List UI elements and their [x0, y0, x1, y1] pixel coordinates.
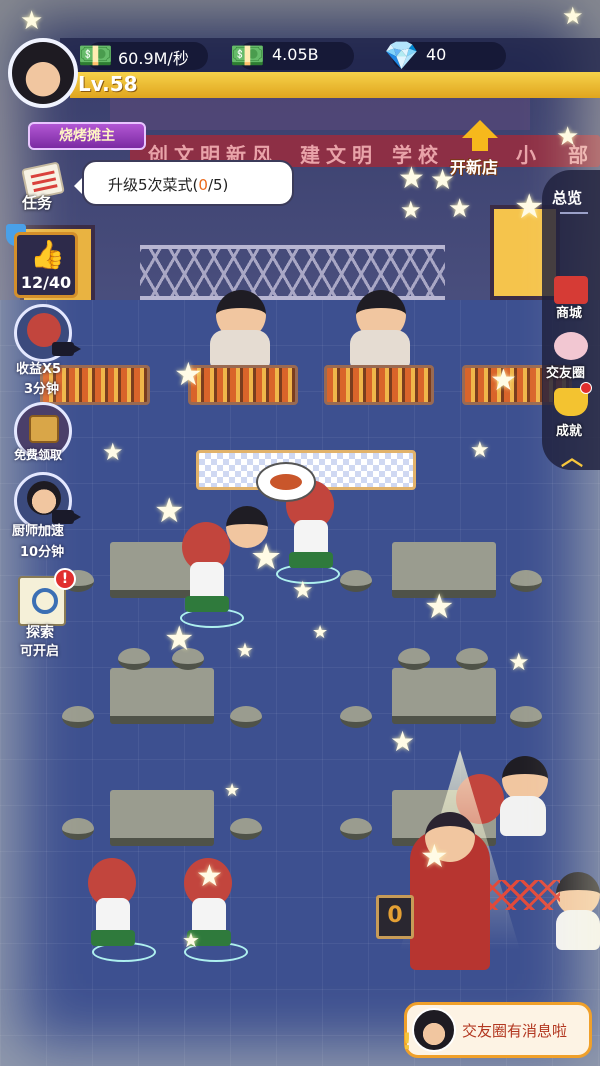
stool — [398, 648, 430, 670]
folding-gate — [140, 245, 445, 300]
overview-button[interactable]: 总览 — [552, 187, 582, 208]
sparkle-icon: ★ — [224, 780, 241, 801]
explore-status: 可开启 — [20, 644, 60, 659]
sparkle-icon: ★ — [398, 161, 425, 196]
sparkle-icon: ★ — [182, 928, 200, 952]
sparkle-icon: ★ — [236, 638, 254, 662]
task-label[interactable]: 任务 — [22, 192, 52, 213]
likes-count: 12/40 — [20, 273, 72, 292]
sparkle-icon: ★ — [102, 438, 124, 466]
sparkle-icon: ★ — [250, 537, 283, 578]
stool — [510, 706, 542, 728]
chef-1-body[interactable] — [210, 330, 270, 368]
waitress-skirt — [289, 552, 333, 568]
banner-text: 文明 — [326, 143, 378, 167]
level-progress-bar — [70, 72, 600, 98]
dining-table[interactable] — [392, 668, 496, 724]
task-suffix: /5) — [207, 176, 229, 194]
stool — [230, 706, 262, 728]
sparkle-icon: ★ — [196, 859, 223, 894]
dining-table[interactable] — [110, 668, 214, 724]
sparkle-icon: ★ — [562, 2, 584, 30]
sparkle-icon: ★ — [390, 725, 416, 758]
sparkle-icon: ★ — [292, 576, 314, 604]
chef-speed-timer: 10分钟 — [20, 545, 65, 560]
waitress-skirt — [91, 930, 135, 946]
sparkle-icon: ★ — [508, 648, 530, 676]
cash-stack-icon: 💵 — [78, 39, 113, 72]
open-new-shop-button[interactable]: 开新店 — [450, 154, 498, 178]
sparkle-icon: ★ — [420, 837, 449, 875]
sparkle-icon: ★ — [490, 363, 517, 398]
banner-text: 小 — [516, 143, 542, 167]
income-boost-timer: 3分钟 — [24, 382, 60, 397]
achievements-button[interactable]: 成就 — [556, 420, 582, 439]
divider — [560, 212, 588, 214]
sparkle-icon: ★ — [556, 122, 580, 152]
waitress-skirt — [185, 596, 229, 612]
income-rate: 60.9M/秒 — [118, 49, 189, 68]
sparkle-icon: ★ — [312, 622, 329, 643]
customer-body — [556, 910, 600, 950]
sparkle-icon: ★ — [448, 194, 472, 224]
stool — [118, 648, 150, 670]
alert-badge: ! — [54, 568, 76, 590]
counter-board: 0 — [376, 895, 414, 939]
queue-rope — [480, 880, 560, 910]
chef-2-body[interactable] — [350, 330, 410, 368]
notification-alert-mark: ! — [402, 1030, 413, 1055]
sparkle-icon: ★ — [154, 491, 185, 531]
red-dot-badge — [580, 382, 592, 394]
food-order-bubble — [256, 462, 316, 502]
diamond-icon: 💎 — [384, 39, 419, 72]
video-camera-icon — [52, 342, 81, 356]
arrow-up-icon[interactable] — [462, 120, 498, 152]
task-text: 升级5次菜式(0/5) — [108, 174, 228, 195]
cash-amount: 4.05B — [272, 45, 319, 64]
diamond-amount: 40 — [426, 45, 447, 64]
dining-table[interactable] — [110, 790, 214, 846]
sparkle-icon: ★ — [470, 438, 490, 463]
sparkle-icon: ★ — [514, 187, 545, 227]
stool — [62, 706, 94, 728]
chef-speed-label: 厨师加速 — [12, 524, 65, 539]
thumbs-up-icon: 👍 — [30, 238, 65, 271]
stool — [340, 706, 372, 728]
player-avatar[interactable] — [8, 38, 78, 108]
sparkle-icon: ★ — [400, 196, 422, 224]
bbq-grill[interactable] — [188, 365, 298, 405]
income-boost-label: 收益X5 — [16, 362, 62, 377]
notification-avatar — [412, 1008, 456, 1052]
cash-stack-icon: 💵 — [230, 39, 265, 72]
stool — [340, 818, 372, 840]
stool — [230, 818, 262, 840]
task-progress: 0 — [198, 176, 208, 194]
sparkle-icon: ★ — [424, 587, 455, 627]
game-scene[interactable]: 创 文明新风 建 文明 学校 小 部 0 ★ ★ ★ ★ ★ ★ ★ ★ ★ ★… — [0, 0, 600, 1066]
stool — [62, 818, 94, 840]
mall-button[interactable]: 商城 — [556, 302, 582, 321]
title-badge[interactable]: 烧烤摊主 — [28, 122, 146, 150]
skewer-dish-icon — [270, 474, 302, 490]
stool — [456, 648, 488, 670]
floor — [0, 300, 600, 1066]
friends-icon[interactable] — [554, 332, 588, 360]
friends-button[interactable]: 交友圈 — [546, 362, 585, 381]
banner-text: 建 — [300, 143, 326, 167]
bbq-grill[interactable] — [324, 365, 434, 405]
sparkle-icon: ★ — [174, 355, 203, 393]
free-claim-label: 免费领取 — [14, 448, 63, 462]
task-prefix: 升级5次菜式( — [108, 176, 199, 194]
stool — [510, 570, 542, 592]
sparkle-icon: ★ — [164, 619, 195, 659]
notification-text: 交友圈有消息啦 — [462, 1022, 568, 1040]
stool — [340, 570, 372, 592]
player-level: Lv.58 — [78, 72, 138, 96]
explore-label: 探索 — [26, 625, 54, 641]
sparkle-icon: ★ — [20, 6, 44, 36]
gift-box-icon — [29, 415, 59, 443]
customer-body — [500, 796, 546, 836]
chevron-up-icon[interactable]: ︿ — [557, 440, 587, 471]
cart-icon[interactable] — [554, 276, 588, 304]
